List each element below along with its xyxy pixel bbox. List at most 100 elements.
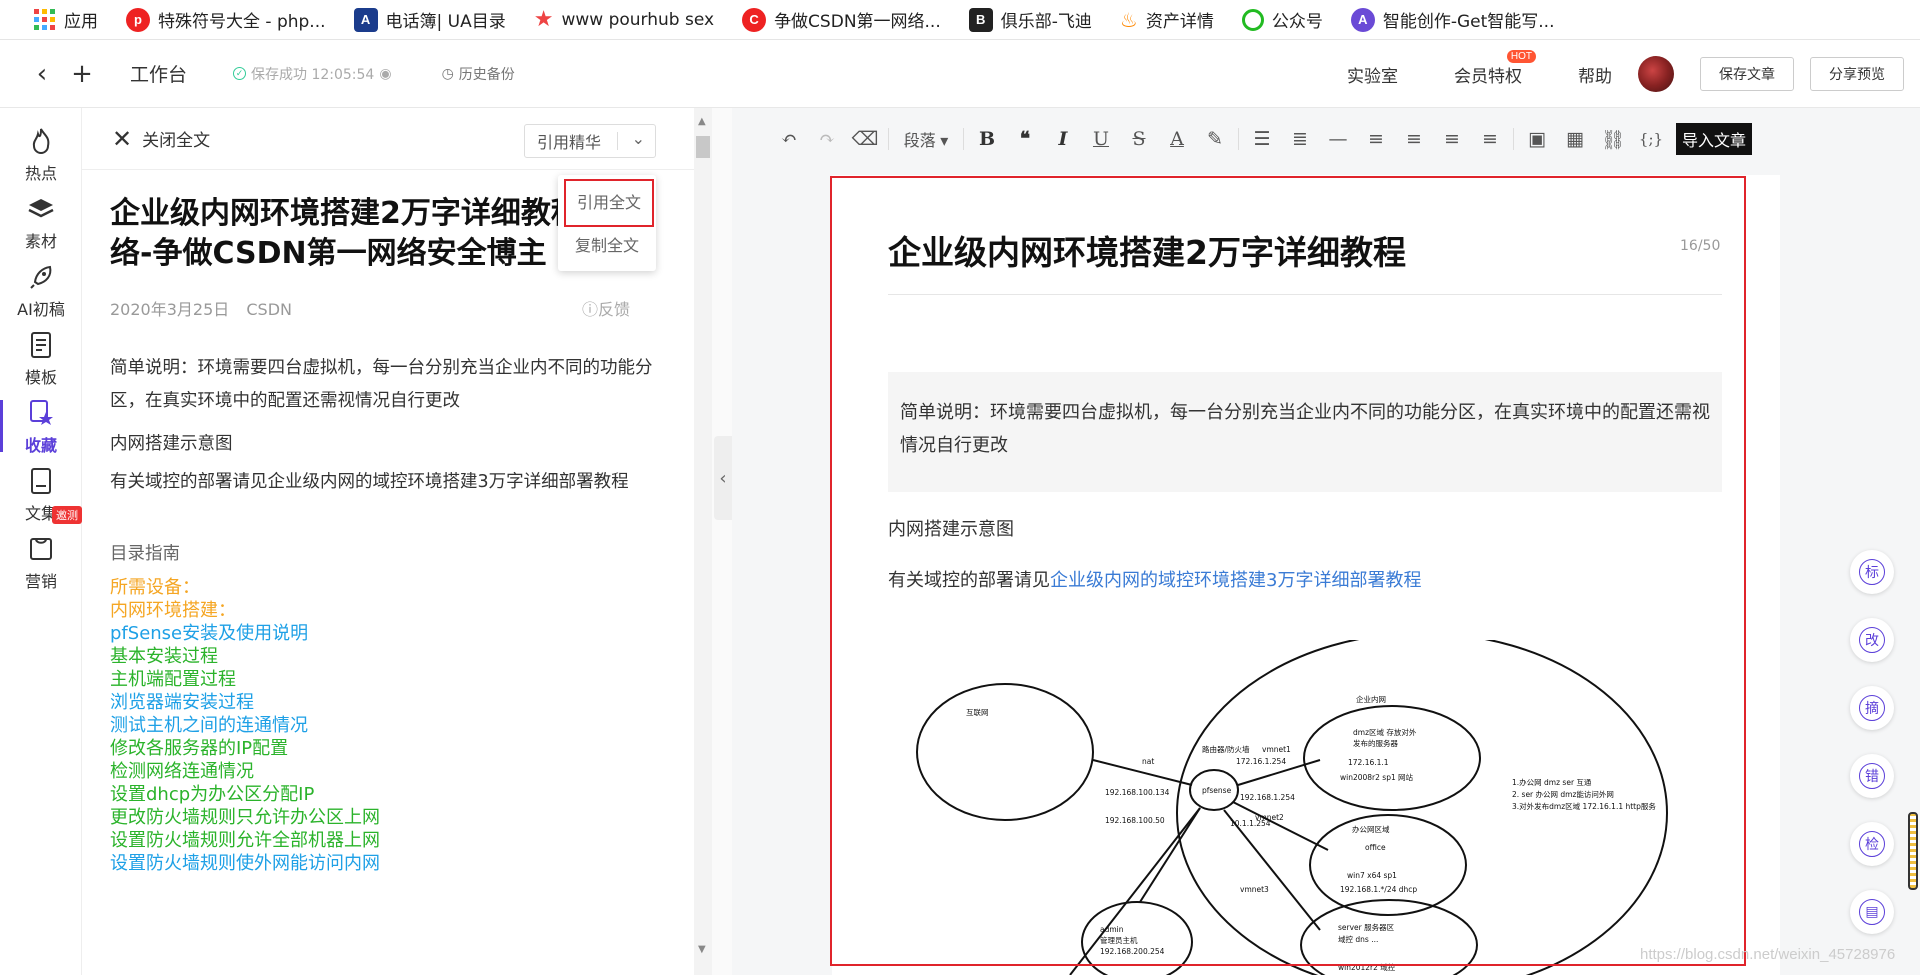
paragraph-label: 段落 (903, 133, 936, 150)
check-icon: ✓ (233, 67, 247, 80)
reference-paragraph: 有关域控的部署请见企业级内网的域控环境搭建3万字详细部署教程 (110, 472, 629, 492)
feedback-link[interactable]: ⓘ反馈 (582, 296, 630, 320)
tool-label: 检 (1859, 831, 1885, 857)
rocket-icon (30, 265, 52, 289)
tool-label: 摘 (1859, 695, 1885, 721)
bookmark-label: 俱乐部-飞迪 (1000, 12, 1092, 32)
rail-label: AI初稿 (17, 300, 65, 319)
import-article-button[interactable]: 导入文章 (1676, 123, 1753, 155)
rail-item-ai-draft[interactable]: AI初稿 (0, 262, 82, 320)
reference-paragraph: 简单说明：环境需要四台虚拟机，每一台分别充当企业内不同的功能分区，在真实环境中的… (110, 358, 653, 411)
menu-item-copy-full[interactable]: 复制全文 (558, 227, 656, 265)
tool-label-button[interactable]: 标 (1850, 550, 1894, 594)
reference-topbar: ✕ 关闭全文 引用精华 ⌄ (82, 108, 694, 170)
link-icon[interactable]: ⛓ (1594, 128, 1632, 151)
chevron-down-icon[interactable]: ⌄ (632, 129, 645, 148)
divider (617, 132, 618, 150)
toc-title: 目录指南 (110, 544, 180, 564)
close-fulltext-button[interactable]: 关闭全文 (142, 126, 210, 151)
watermark: https://blog.csdn.net/weixin_45728976 (1640, 946, 1896, 963)
collapse-panel-button[interactable]: ‹ (714, 436, 732, 520)
bookmark-label: 资产详情 (1145, 12, 1214, 32)
redo-icon[interactable]: ↷ (808, 128, 846, 150)
quote-select[interactable]: 引用精华 ⌄ (524, 124, 656, 158)
marketing-icon (30, 538, 52, 560)
vip-link[interactable]: 会员特权 HOT (1454, 49, 1536, 87)
tool-rewrite-button[interactable]: 改 (1850, 618, 1894, 662)
bullet-list-icon[interactable]: ☰ (1243, 128, 1281, 150)
history-backup-link[interactable]: ◷ 历史备份 (442, 64, 515, 84)
undo-icon[interactable]: ↶ (770, 128, 808, 150)
rail-item-material[interactable]: 素材 (0, 194, 82, 252)
table-icon[interactable]: ▦ (1556, 128, 1594, 150)
add-icon[interactable]: + (62, 59, 102, 89)
bookmark-ua[interactable]: A 电话簿| UA目录 (340, 7, 520, 32)
scroll-thumb[interactable] (696, 136, 710, 158)
tool-check-button[interactable]: 检 (1850, 822, 1894, 866)
eraser-icon[interactable]: ⌫ (846, 128, 884, 150)
italic-icon[interactable]: I (1044, 128, 1082, 150)
scroll-down-icon[interactable]: ▼ (698, 944, 706, 955)
scroll-grip-icon[interactable] (1908, 812, 1918, 890)
bookmark-wechat[interactable]: 公众号 (1228, 7, 1337, 32)
justify-icon[interactable]: ≡ (1357, 128, 1395, 150)
bookmark-csdn[interactable]: C 争做CSDN第一网络... (728, 7, 955, 32)
csdn-icon: C (742, 7, 767, 32)
image-icon[interactable]: ▣ (1518, 128, 1556, 150)
bookmarks-bar: 应用 p 特殊符号大全 - php... A 电话簿| UA目录 ★ www p… (0, 0, 1920, 40)
save-article-button[interactable]: 保存文章 (1700, 57, 1794, 91)
underline-icon[interactable]: U (1082, 128, 1120, 150)
rail-item-favorites[interactable]: 收藏 (0, 398, 82, 456)
php-icon: p (126, 7, 150, 32)
rail-item-hot[interactable]: 热点 (0, 126, 82, 184)
b-icon: B (968, 7, 993, 32)
bold-icon[interactable]: B (968, 128, 1006, 150)
close-icon[interactable]: ✕ (112, 125, 132, 153)
quote-icon[interactable]: ❝ (1006, 128, 1044, 150)
reference-paragraph: 内网搭建示意图 (110, 434, 233, 454)
rail-item-template[interactable]: 模板 (0, 330, 82, 388)
code-icon[interactable]: {;} (1632, 130, 1670, 148)
selection-highlight-frame (830, 176, 1746, 966)
align-left-icon[interactable]: ≡ (1395, 128, 1433, 150)
tool-outline-button[interactable]: ▤ (1850, 890, 1894, 934)
divider (1513, 128, 1514, 150)
bookmark-star[interactable]: ★ www pourhub sex (520, 7, 728, 32)
align-right-icon[interactable]: ≡ (1471, 128, 1509, 150)
strikethrough-icon[interactable]: S (1120, 128, 1158, 150)
reference-scrollbar[interactable]: ▲ ▼ (694, 108, 712, 975)
paragraph-select[interactable]: 段落 ▾ (893, 127, 959, 151)
eye-icon: ◉ (379, 65, 392, 82)
menu-item-quote-full[interactable]: 引用全文 (564, 179, 654, 227)
numbered-list-icon[interactable]: ≣ (1281, 128, 1319, 150)
horizontal-rule-icon[interactable]: — (1319, 128, 1357, 150)
back-icon[interactable]: ‹ (22, 59, 62, 89)
align-center-icon[interactable]: ≡ (1433, 128, 1471, 150)
bookmark-label: 特殊符号大全 - php... (158, 12, 326, 32)
lab-link[interactable]: 实验室 (1347, 62, 1398, 87)
share-preview-button[interactable]: 分享预览 (1810, 57, 1904, 91)
wechat-icon (1241, 8, 1264, 31)
bookmark-apps[interactable]: 应用 (20, 7, 112, 32)
font-color-icon[interactable]: A (1158, 128, 1196, 150)
bookmark-php[interactable]: p 特殊符号大全 - php... (112, 7, 340, 32)
tool-typo-button[interactable]: 错 (1850, 754, 1894, 798)
rail-item-marketing[interactable]: 邀测 营销 (0, 506, 82, 592)
rail-label: 营销 (24, 572, 57, 591)
bookmark-club[interactable]: B 俱乐部-飞迪 (955, 7, 1106, 32)
editor-header: ‹ + 工作台 ✓ 保存成功 12:05:54 ◉ ◷ 历史备份 实验室 会员特… (0, 40, 1920, 108)
help-link[interactable]: 帮助 (1578, 62, 1612, 87)
bookmark-label: 智能创作-Get智能写... (1382, 12, 1555, 32)
bookmark-asset[interactable]: ♨ 资产详情 (1106, 7, 1228, 33)
tool-summary-button[interactable]: 摘 (1850, 686, 1894, 730)
highlight-icon[interactable]: ✎ (1196, 128, 1234, 150)
favorite-icon (30, 400, 53, 425)
panel-gutter (712, 108, 732, 975)
bookmark-label: 公众号 (1271, 12, 1323, 32)
toc-item[interactable]: 设置防火墙规则使外网能访问内网 (110, 850, 380, 878)
bookmark-ai[interactable]: A 智能创作-Get智能写... (1337, 7, 1569, 32)
ua-icon: A (353, 7, 378, 32)
bookmark-label: 争做CSDN第一网络... (774, 12, 941, 32)
scroll-up-icon[interactable]: ▲ (698, 116, 706, 127)
avatar[interactable] (1638, 56, 1674, 92)
